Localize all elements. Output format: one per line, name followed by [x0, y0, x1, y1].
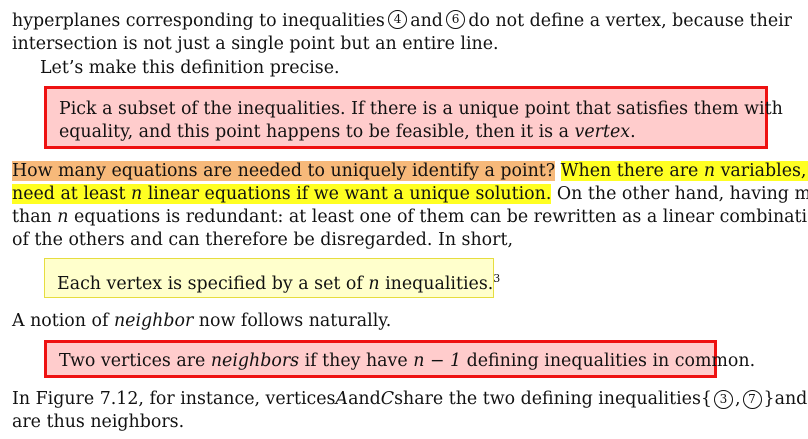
- neighbors-term: neighbors: [210, 351, 300, 371]
- vertex-box-text-b: inequalities.: [385, 274, 494, 294]
- para4-text-a: In Figure 7.12, for instance, vertices: [12, 389, 336, 409]
- neighbor-box-text-b: if they have: [304, 351, 408, 371]
- circled-7: 7: [742, 390, 762, 409]
- neighbor-box-text-a: Two vertices are: [59, 351, 206, 371]
- period: .: [630, 122, 636, 142]
- highlight-orange-question: How many equations are needed to uniquel…: [12, 161, 556, 181]
- vertex-definition-box: Pick a subset of the inequalities. If th…: [44, 86, 783, 149]
- yellow-text-c: need at least: [12, 184, 126, 204]
- variable-n: n: [703, 161, 716, 181]
- para4-text-c: and: [774, 389, 808, 409]
- vertex-box-text: Each vertex is specified by a set of: [57, 274, 363, 294]
- highlight-yellow-2: need at least n linear equations if we w…: [12, 184, 552, 204]
- para1-line1: hyperplanes corresponding to inequalitie…: [12, 10, 792, 32]
- neighbor-box-text-c: defining inequalities in common.: [466, 351, 756, 371]
- circled-6: 6: [446, 10, 466, 29]
- variable-n: n: [368, 274, 380, 294]
- para2-text: On the other hand, having more: [556, 184, 808, 204]
- circled-3: 3: [713, 390, 733, 409]
- and-word: and: [348, 389, 381, 409]
- yellow-text-d: linear equations if we want a unique sol…: [147, 184, 552, 204]
- footnote-marker[interactable]: 3: [493, 272, 500, 285]
- para1-line2: intersection is not just a single point …: [12, 34, 499, 54]
- neighbor-box-line: Two vertices are neighbors if they have …: [59, 350, 808, 372]
- definition-line1: Pick a subset of the inequalities. If th…: [59, 99, 783, 119]
- variable-n: n: [131, 184, 143, 204]
- para4-text-b: share the two defining inequalities: [394, 389, 701, 409]
- vertex-specification-box: Each vertex is specified by a set of n i…: [44, 258, 500, 298]
- para1-text: hyperplanes corresponding to inequalitie…: [12, 11, 385, 31]
- vertex-A: A: [335, 389, 349, 409]
- para3-line: A notion of neighbor now follows natural…: [12, 310, 792, 332]
- yellow-text-b: variables, we: [720, 161, 808, 181]
- comma: ,: [734, 389, 741, 409]
- para2-line4: of the others and can therefore be disre…: [12, 230, 513, 250]
- para1-text-after: do not define a vertex, because their: [468, 11, 792, 31]
- para2-than: than: [12, 207, 52, 227]
- para3-text: A notion of: [12, 311, 109, 331]
- neighbor-term: neighbor: [113, 311, 194, 331]
- para4-line2: are thus neighbors.: [12, 412, 185, 432]
- circled-4: 4: [388, 10, 408, 29]
- highlight-yellow-1: When there are n variables, we: [560, 161, 808, 181]
- yellow-text-a: When there are: [560, 161, 699, 181]
- vertex-box-line: Each vertex is specified by a set of n i…: [57, 268, 808, 295]
- para2-line2: need at least n linear equations if we w…: [12, 183, 808, 205]
- para2-text-b: equations is redundant: at least one of …: [74, 207, 808, 227]
- para2-line3: than n equations is redundant: at least …: [12, 206, 808, 228]
- para1-line3: Let’s make this definition precise.: [40, 58, 340, 78]
- para4-line1: In Figure 7.12, for instance, vertices A…: [12, 388, 807, 410]
- textbook-page: hyperplanes corresponding to inequalitie…: [0, 0, 808, 439]
- vertex-C: C: [380, 389, 395, 409]
- definition-line2: equality, and this point happens to be f…: [59, 121, 808, 143]
- vertex-term: vertex: [574, 122, 631, 142]
- variable-n: n: [57, 207, 69, 227]
- n-minus-one: n − 1: [413, 351, 462, 371]
- inequality-set: {3, 7}: [701, 388, 775, 410]
- brace-open: {: [700, 389, 712, 409]
- para2-line1: How many equations are needed to uniquel…: [12, 160, 808, 182]
- and-word: and: [410, 11, 443, 31]
- brace-close: }: [763, 389, 775, 409]
- para3-text-after: now follows naturally.: [198, 311, 392, 331]
- neighbors-definition-box: Two vertices are neighbors if they have …: [44, 340, 755, 378]
- definition-text: equality, and this point happens to be f…: [59, 122, 569, 142]
